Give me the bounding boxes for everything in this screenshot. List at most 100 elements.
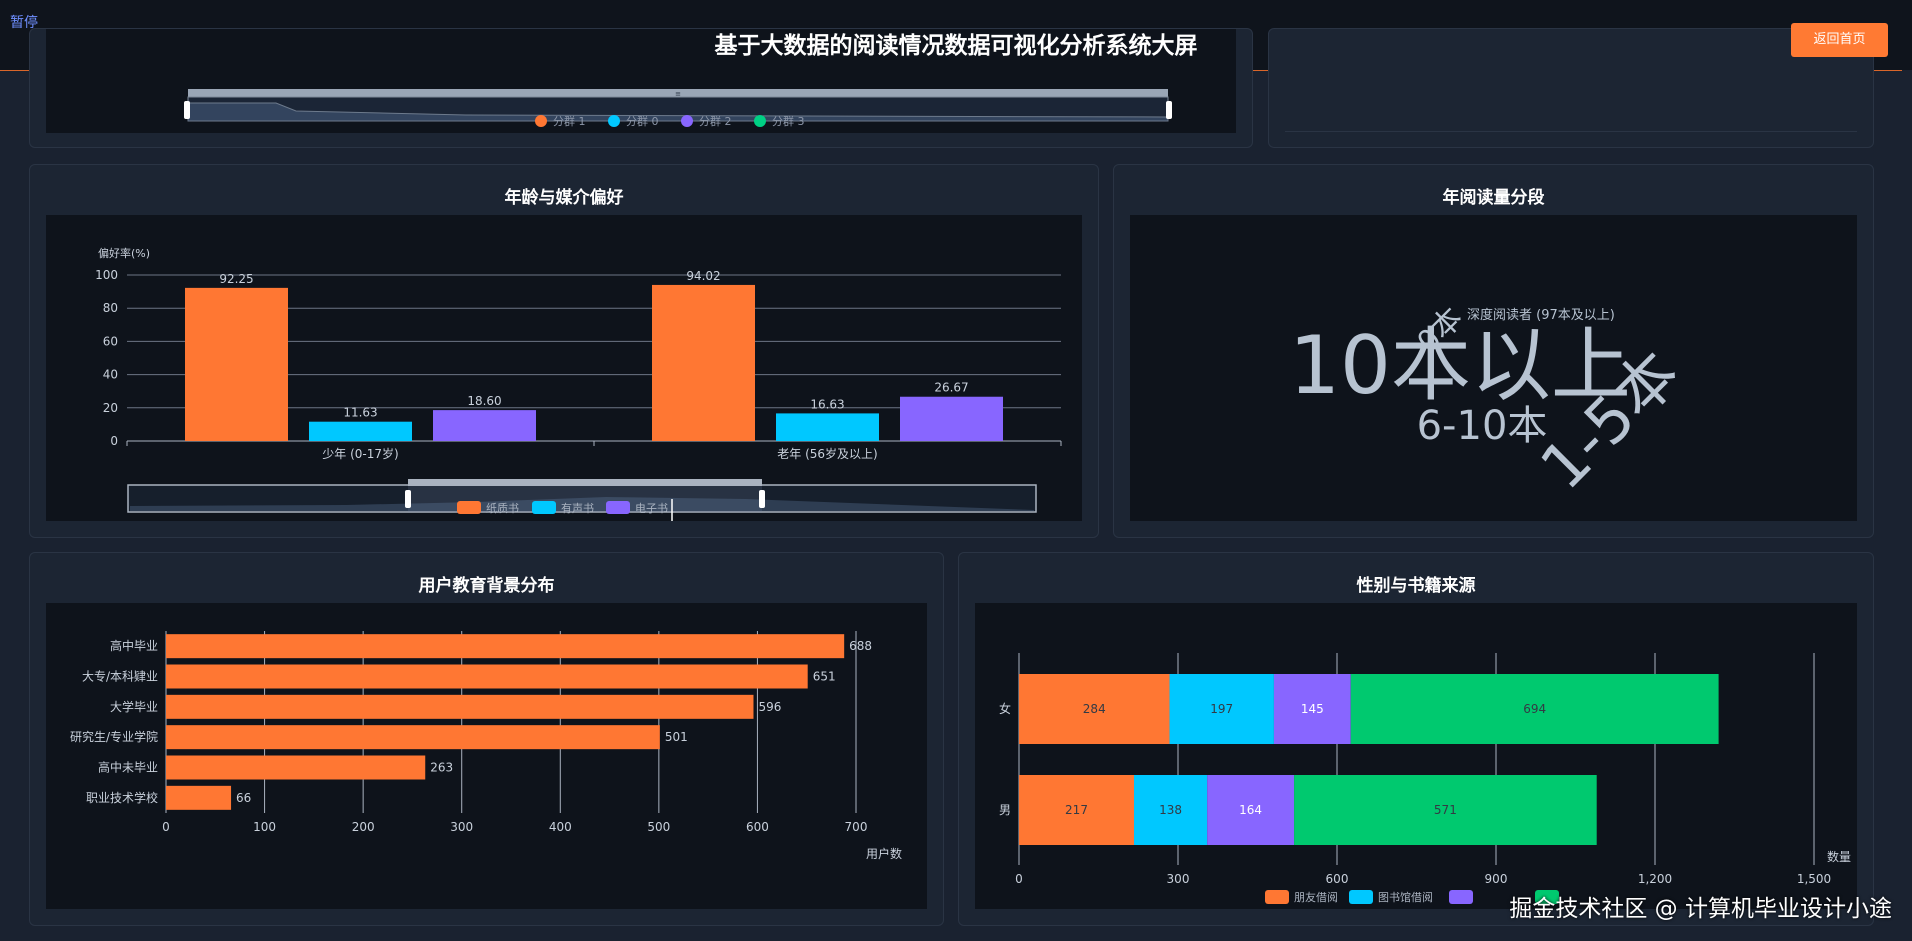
x-axis-label: 数量 bbox=[1827, 849, 1851, 864]
y-tick-label: 大专/本科肄业 bbox=[82, 669, 158, 684]
scrollbar[interactable] bbox=[1902, 70, 1912, 941]
bar bbox=[185, 287, 288, 441]
legend-item-1: 分群 0 bbox=[626, 114, 659, 128]
x-tick-label: 600 bbox=[746, 820, 769, 834]
volume-wordcloud: 10本以上1-5本6-10本0本深度阅读者 (97本及以上) bbox=[1289, 301, 1693, 504]
education-panel: 0 100 200 300 400 500 600 700 用户数 688 高中毕业 651 大专/本科… bbox=[46, 603, 927, 909]
age-media-panel: 偏好率(%) 0 20 40 60 80 100 92.25 11.63 18.60 少年 (0-1… bbox=[46, 215, 1082, 521]
x-tick-label: 1,200 bbox=[1638, 872, 1672, 886]
legend-swatch bbox=[606, 501, 630, 514]
y-tick-label: 高中未毕业 bbox=[98, 760, 158, 775]
bar bbox=[166, 634, 845, 659]
legend-label: 电子书 bbox=[635, 502, 668, 515]
x-tick-label: 300 bbox=[1167, 872, 1190, 886]
bar-value-label: 92.25 bbox=[219, 272, 253, 286]
volume-panel: 10本以上 1-5本 6-10本 0本 深度阅读者 (97本及以上) bbox=[1130, 215, 1857, 521]
bar-value-label: 94.02 bbox=[686, 269, 720, 283]
x-tick-label: 0 bbox=[1015, 872, 1023, 886]
bar-value-label: 217 bbox=[1065, 803, 1088, 817]
bar bbox=[433, 410, 536, 441]
education-title: 用户教育背景分布 bbox=[418, 576, 555, 596]
y-tick-label: 60 bbox=[103, 334, 118, 348]
legend-label: 有声书 bbox=[561, 501, 594, 515]
bar bbox=[166, 725, 660, 750]
bar-value-label: 596 bbox=[758, 700, 781, 714]
bar-value-label: 688 bbox=[849, 639, 872, 653]
x-tick-label: 1,500 bbox=[1797, 872, 1831, 886]
x-tick-label: 300 bbox=[450, 820, 473, 834]
bar bbox=[166, 664, 808, 689]
bar-value-label: 11.63 bbox=[343, 406, 377, 420]
legend-dot-1 bbox=[608, 115, 620, 127]
bar-value-label: 501 bbox=[665, 730, 688, 744]
legend-label: 纸质书 bbox=[486, 502, 519, 515]
zoom-slider-bar bbox=[408, 479, 762, 486]
bar bbox=[166, 694, 754, 719]
legend-item-3: 分群 3 bbox=[772, 114, 805, 128]
word-2: 6-10本 bbox=[1417, 403, 1548, 449]
bar-value-label: 694 bbox=[1523, 702, 1546, 716]
legend-swatch bbox=[1449, 890, 1473, 904]
x-tick-label: 600 bbox=[1326, 872, 1349, 886]
age-media-title: 年龄与媒介偏好 bbox=[504, 188, 624, 208]
y-axis-label: 偏好率(%) bbox=[98, 246, 150, 260]
bar bbox=[900, 396, 1003, 441]
legend-dot-3 bbox=[754, 115, 766, 127]
y-tick-label: 高中毕业 bbox=[110, 638, 158, 653]
bar-value-label: 18.60 bbox=[467, 394, 501, 408]
x-tick-label: 100 bbox=[253, 820, 276, 834]
top-right-divider bbox=[1285, 131, 1857, 132]
legend-swatch bbox=[1265, 890, 1289, 904]
zoom-handle-right bbox=[759, 490, 765, 508]
y-tick-label: 40 bbox=[103, 368, 118, 382]
bar-value-label: 263 bbox=[430, 761, 453, 775]
education-card: 用户教育背景分布 0 100 200 300 400 500 600 700 用户数 688 高中毕… bbox=[29, 552, 944, 926]
page-title: 基于大数据的阅读情况数据可视化分析系统大屏 bbox=[714, 33, 1198, 59]
y-tick-label: 职业技术学校 bbox=[86, 790, 158, 805]
gender-source-card: 性别与书籍来源 0 300 600 900 1,200 1,500 数量 284 197 145 6… bbox=[958, 552, 1874, 926]
x-tick-label: 老年 (56岁及以上) bbox=[777, 446, 877, 461]
bar-value-label: 26.67 bbox=[934, 381, 968, 395]
x-tick-label: 400 bbox=[549, 820, 572, 834]
bar-value-label: 284 bbox=[1083, 702, 1106, 716]
legend-swatch bbox=[1349, 890, 1373, 904]
bar-value-label: 197 bbox=[1210, 702, 1233, 716]
bar-value-label: 16.63 bbox=[810, 397, 844, 411]
y-tick-label: 100 bbox=[95, 268, 118, 282]
y-tick-label: 大学毕业 bbox=[110, 699, 158, 714]
legend-item-2: 分群 2 bbox=[699, 114, 732, 128]
watermark: 掘金技术社区 @ 计算机毕业设计小途 bbox=[1509, 896, 1892, 922]
bar-value-label: 138 bbox=[1159, 803, 1182, 817]
y-tick-label: 0 bbox=[110, 434, 118, 448]
bar-value-label: 651 bbox=[813, 670, 836, 684]
y-tick-label: 研究生/专业学院 bbox=[70, 729, 158, 744]
zoom-handle-left bbox=[184, 101, 190, 119]
back-home-button[interactable]: 返回首页 bbox=[1791, 23, 1888, 57]
legend-swatch bbox=[457, 501, 481, 514]
gender-source-panel: 0 300 600 900 1,200 1,500 数量 284 197 145 694 女 217 13… bbox=[975, 603, 1857, 909]
y-tick-label: 20 bbox=[103, 401, 118, 415]
bar bbox=[309, 421, 412, 441]
y-tick-label: 80 bbox=[103, 301, 118, 315]
gender-source-chart: 0 300 600 900 1,200 1,500 数量 284 197 145 694 女 217 13… bbox=[999, 653, 1851, 904]
bar bbox=[776, 413, 879, 441]
bar-value-label: 164 bbox=[1239, 803, 1262, 817]
age-media-chart: 偏好率(%) 0 20 40 60 80 100 92.25 11.63 18.60 少年 (0-1… bbox=[95, 246, 1062, 521]
bar bbox=[166, 785, 232, 810]
bar bbox=[652, 284, 755, 441]
volume-card: 年阅读量分段 10本以上 1-5本 6-10本 0本 深度阅读者 (97本及以上) bbox=[1113, 164, 1874, 538]
x-tick-label: 少年 (0-17岁) bbox=[322, 446, 398, 461]
bar-value-label: 66 bbox=[236, 791, 251, 805]
legend-dot-0 bbox=[535, 115, 547, 127]
y-tick-label: 女 bbox=[999, 701, 1011, 716]
word-tooltip: 深度阅读者 (97本及以上) bbox=[1467, 307, 1615, 323]
x-axis-label: 用户数 bbox=[866, 846, 902, 861]
x-tick-label: 700 bbox=[845, 820, 868, 834]
x-tick-label: 900 bbox=[1485, 872, 1508, 886]
bar-value-label: 571 bbox=[1434, 803, 1457, 817]
y-tick-label: 男 bbox=[999, 803, 1011, 817]
education-chart: 0 100 200 300 400 500 600 700 用户数 688 高中毕业 651 大专/本科… bbox=[70, 631, 902, 861]
bar-value-label: 145 bbox=[1301, 702, 1324, 716]
legend-swatch bbox=[532, 501, 556, 514]
x-tick-label: 0 bbox=[162, 820, 170, 834]
